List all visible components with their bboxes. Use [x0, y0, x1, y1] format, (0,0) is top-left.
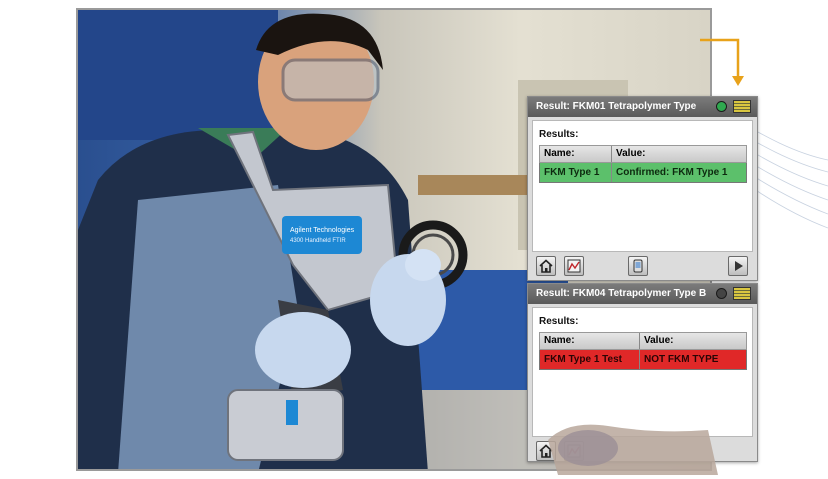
row-name-cell: FKM Type 1 [540, 163, 612, 182]
column-header-value: Value: [644, 335, 674, 346]
device-button[interactable] [628, 256, 648, 276]
results-label: Results: [539, 129, 579, 140]
home-button[interactable] [536, 256, 556, 276]
row-value-cell: Confirmed: FKM Type 1 [616, 167, 728, 178]
table-row[interactable]: FKM Type 1 Test NOT FKM TYPE [539, 350, 747, 370]
connector-arrow [700, 38, 744, 86]
results-table-header: Name: Value: [539, 145, 747, 163]
chart-button[interactable] [564, 256, 584, 276]
battery-icon [733, 287, 751, 300]
device-model-text: 4300 Handheld FTIR [290, 238, 346, 244]
results-panel: Results: Name: Value: FKM Type 1 Test NO… [532, 307, 753, 437]
next-button[interactable] [728, 256, 748, 276]
device-icon [633, 259, 643, 273]
column-header-value: Value: [616, 148, 646, 159]
overlay-hand-shape [548, 424, 718, 475]
status-indicator-icon [716, 101, 727, 112]
device-brand-text: Agilent Technologies [290, 227, 355, 234]
dialog-title-bar: Result: FKM04 Tetrapolymer Type B [528, 284, 757, 304]
dialog-title-bar: Result: FKM01 Tetrapolymer Type [528, 97, 757, 117]
column-header-name: Name: [540, 146, 612, 162]
table-row[interactable]: FKM Type 1 Confirmed: FKM Type 1 [539, 163, 747, 183]
row-value-cell: NOT FKM TYPE [644, 354, 719, 365]
results-panel: Results: Name: Value: FKM Type 1 Confirm… [532, 120, 753, 252]
results-label: Results: [539, 316, 579, 327]
chart-icon [567, 259, 581, 273]
status-indicator-icon [716, 288, 727, 299]
results-table-header: Name: Value: [539, 332, 747, 350]
column-header-name: Name: [540, 333, 640, 349]
battery-icon [733, 100, 751, 113]
play-icon [735, 261, 743, 271]
results-table: Name: Value: FKM Type 1 Test NOT FKM TYP… [539, 332, 747, 370]
row-name-cell: FKM Type 1 Test [540, 350, 640, 369]
dialog-title: Result: FKM04 Tetrapolymer Type B [536, 288, 707, 299]
home-icon [539, 259, 553, 273]
result-dialog-pass: Result: FKM01 Tetrapolymer Type Results:… [527, 96, 758, 281]
dialog-title: Result: FKM01 Tetrapolymer Type [536, 101, 697, 112]
dialog-toolbar [528, 252, 757, 280]
results-table: Name: Value: FKM Type 1 Confirmed: FKM T… [539, 145, 747, 183]
